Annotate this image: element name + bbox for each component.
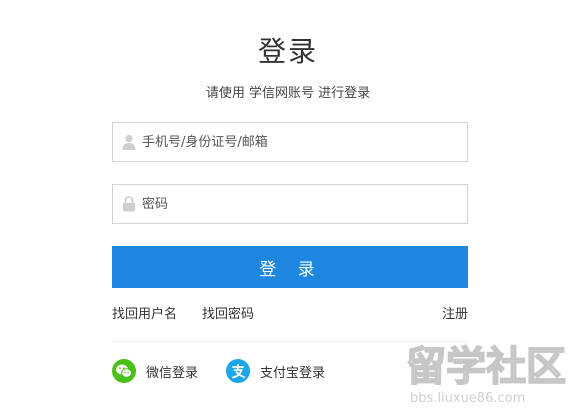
password-field[interactable] (112, 184, 468, 224)
wechat-login-button[interactable]: 微信登录 (112, 359, 198, 383)
wechat-icon (112, 359, 136, 383)
page-title: 登录 (257, 35, 318, 68)
login-button[interactable]: 登 录 (112, 246, 468, 288)
svg-text:bbs.liuxue86.com: bbs.liuxue86.com (410, 391, 525, 406)
wechat-login-label: 微信登录 (146, 365, 199, 381)
alipay-login-button[interactable]: 支付宝登录 (226, 359, 325, 383)
alipay-login-label: 支付宝登录 (260, 365, 326, 381)
username-input[interactable] (136, 123, 467, 161)
username-field[interactable] (112, 122, 468, 162)
user-icon (122, 134, 136, 150)
forgot-password-link[interactable]: 找回密码 (202, 303, 254, 322)
login-subtitle: 请使用 学信网账号 进行登录 (205, 86, 371, 101)
forgot-username-link[interactable]: 找回用户名 (112, 303, 177, 322)
password-input[interactable] (136, 185, 467, 223)
svg-text:留学社区: 留学社区 (406, 344, 566, 390)
register-link[interactable]: 注册 (442, 303, 468, 322)
alipay-icon (226, 359, 250, 383)
lock-icon (122, 196, 136, 212)
watermark-logo: 留学社区 bbs.liuxue86.com (404, 334, 568, 408)
